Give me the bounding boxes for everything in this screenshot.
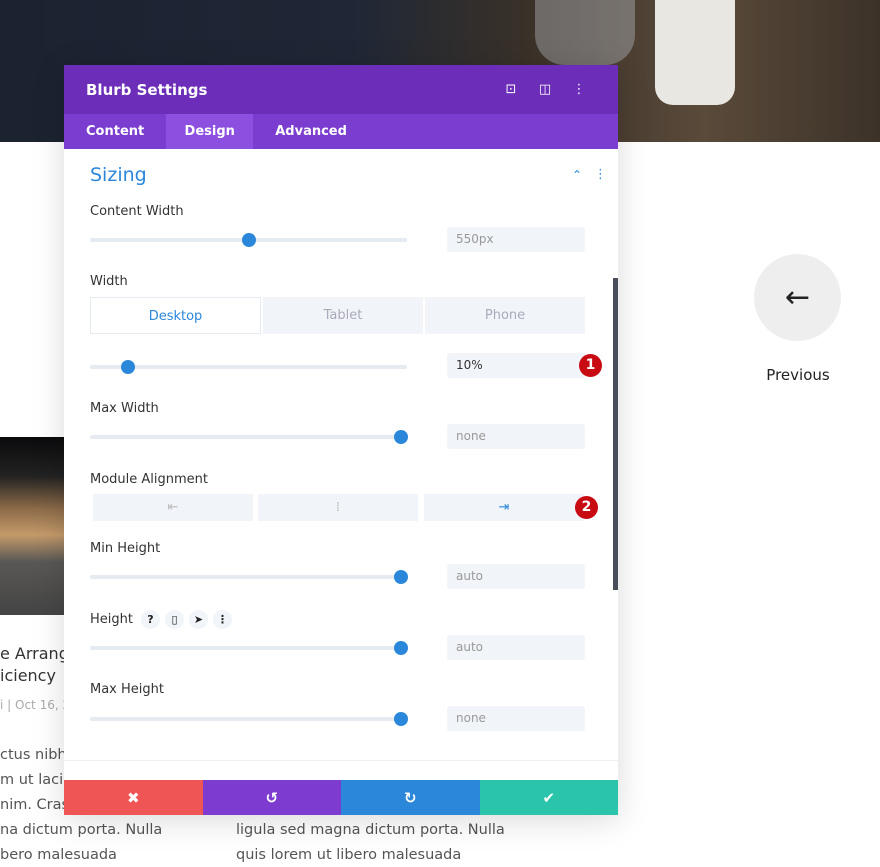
align-center-button[interactable]: ⁞ [258, 494, 418, 521]
more-vertical-icon[interactable]: ⋮ [562, 82, 596, 97]
align-left-icon: ⇤ [167, 500, 179, 515]
height-label-row: Height ? ▯ ➤ ⋮ [90, 610, 232, 629]
max-width-label: Max Width [90, 401, 159, 416]
split-view-icon[interactable]: ◫ [528, 82, 562, 97]
annotation-badge-2: 2 [575, 496, 598, 519]
tab-advanced[interactable]: Advanced [253, 114, 369, 149]
close-icon: ✖ [126, 788, 140, 807]
post-excerpt: na dictum porta. Nulla [0, 822, 163, 838]
max-height-input[interactable]: none [447, 706, 585, 731]
min-height-label: Min Height [90, 541, 161, 556]
height-slider[interactable] [90, 641, 408, 655]
cancel-button[interactable]: ✖ [64, 780, 203, 815]
align-left-button[interactable]: ⇤ [93, 494, 253, 521]
section-more-icon[interactable]: ⋮ [594, 167, 607, 182]
module-alignment-label: Module Alignment [90, 472, 209, 487]
width-input[interactable]: 10% [447, 353, 585, 378]
tab-design[interactable]: Design [166, 114, 254, 149]
content-width-slider[interactable] [90, 233, 407, 247]
redo-icon: ↻ [403, 788, 417, 807]
max-height-label: Max Height [90, 682, 164, 697]
max-height-slider[interactable] [90, 712, 408, 726]
post-meta: i | Oct 16, 2 [0, 698, 71, 712]
help-icon[interactable]: ? [140, 610, 160, 629]
responsive-icon[interactable]: ▯ [164, 610, 184, 629]
slider-thumb[interactable] [393, 712, 408, 726]
post-excerpt: ctus nibh. [0, 747, 72, 763]
device-tab-desktop[interactable]: Desktop [90, 297, 261, 334]
min-height-input[interactable]: auto [447, 564, 585, 589]
check-icon: ✔ [542, 788, 556, 807]
max-width-input[interactable]: none [447, 424, 585, 449]
chevron-up-icon[interactable]: ⌃ [572, 168, 582, 182]
post-excerpt: ligula sed magna dictum porta. Nulla [236, 822, 505, 838]
post-title[interactable]: iciency [0, 666, 56, 685]
height-label: Height [90, 612, 133, 627]
previous-label[interactable]: Previous [740, 366, 856, 384]
width-slider[interactable] [90, 360, 407, 374]
post-excerpt: bero malesuada [0, 847, 117, 863]
slider-thumb[interactable] [241, 233, 256, 247]
blurb-settings-modal: Blurb Settings ⊡ ◫ ⋮ Content Design Adva… [64, 65, 618, 815]
more-options-icon[interactable]: ⋮ [212, 610, 232, 629]
content-width-label: Content Width [90, 204, 184, 219]
align-right-icon: ⇥ [498, 500, 510, 515]
slider-thumb[interactable] [393, 430, 408, 444]
hover-cursor-icon[interactable]: ➤ [188, 610, 208, 629]
post-excerpt: quis lorem ut libero malesuada [236, 847, 462, 863]
align-right-button[interactable]: ⇥ [424, 494, 584, 521]
modal-footer: ✖ ↺ ↻ ✔ [64, 780, 618, 815]
slider-thumb[interactable] [121, 360, 136, 374]
redo-button[interactable]: ↻ [341, 780, 480, 815]
width-label: Width [90, 274, 128, 289]
tab-content[interactable]: Content [64, 114, 166, 149]
undo-button[interactable]: ↺ [202, 780, 341, 815]
post-excerpt: nim. Cras [0, 797, 70, 813]
slider-thumb[interactable] [393, 641, 408, 655]
arrow-left-icon: ← [784, 280, 811, 315]
previous-button[interactable]: ← [754, 254, 841, 341]
post-title[interactable]: e Arrang [0, 644, 69, 663]
save-button[interactable]: ✔ [479, 780, 618, 815]
annotation-badge-1: 1 [579, 354, 602, 377]
modal-tabs: Content Design Advanced [64, 114, 618, 149]
max-width-slider[interactable] [90, 430, 408, 444]
min-height-slider[interactable] [90, 570, 408, 584]
device-tab-phone[interactable]: Phone [425, 297, 585, 334]
align-center-icon: ⁞ [335, 500, 341, 515]
modal-header: Blurb Settings ⊡ ◫ ⋮ [64, 65, 618, 114]
scrollbar[interactable] [613, 278, 618, 590]
focus-icon[interactable]: ⊡ [494, 82, 528, 97]
section-title[interactable]: Sizing [90, 164, 147, 186]
slider-thumb[interactable] [393, 570, 408, 584]
post-thumbnail [0, 437, 64, 615]
device-tab-tablet[interactable]: Tablet [263, 297, 423, 334]
content-width-input[interactable]: 550px [447, 227, 585, 252]
divider [64, 760, 618, 761]
undo-icon: ↺ [265, 788, 279, 807]
height-input[interactable]: auto [447, 635, 585, 660]
modal-title: Blurb Settings [86, 80, 208, 99]
